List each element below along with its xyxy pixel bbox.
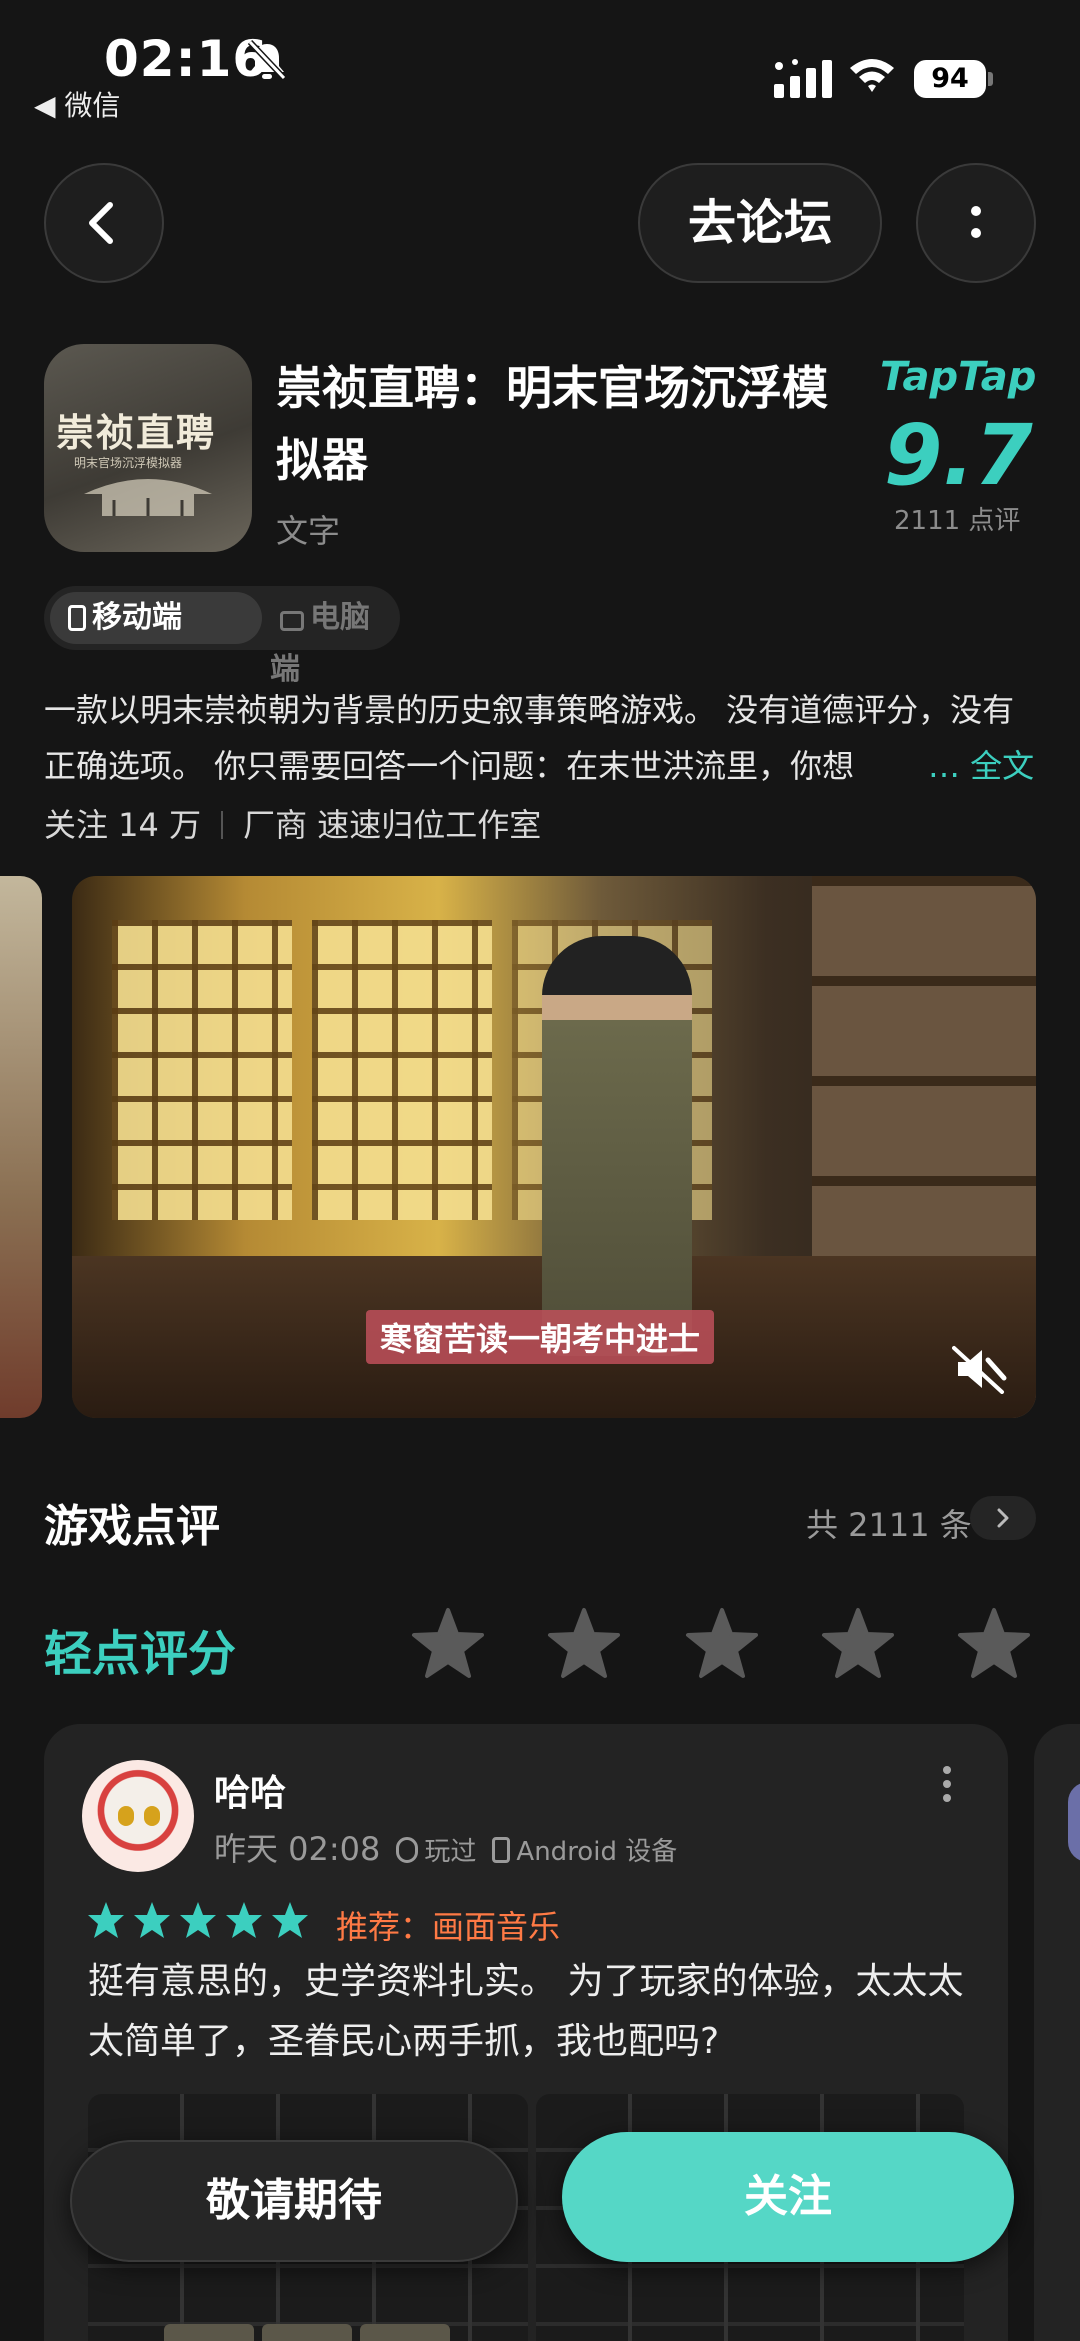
image-tile <box>164 2324 254 2341</box>
review-star-icon <box>226 1902 262 1938</box>
platform-pc-tab[interactable]: 电脑端 <box>270 592 394 687</box>
follow-button[interactable]: 关注 <box>562 2132 1014 2262</box>
muted-speaker-icon[interactable] <box>952 1344 1008 1394</box>
review-more-icon[interactable] <box>942 1764 952 1804</box>
platform-mobile-tab[interactable]: 移动端 <box>50 592 262 644</box>
scholar-figure <box>542 936 692 1356</box>
signal-icon <box>774 59 832 98</box>
palace-roof-graphic <box>84 479 212 516</box>
review-meta: 昨天 02:08 玩过 Android 设备 <box>214 1824 677 1870</box>
played-label: 玩过 <box>424 1837 477 1867</box>
meta-divider <box>221 811 224 839</box>
platform-toggle: 移动端 电脑端 <box>44 586 400 687</box>
avatar-eye <box>144 1806 160 1826</box>
rating-score: 9.7 <box>884 406 1033 504</box>
followers-count: 关注 14 万 <box>44 806 202 844</box>
reviews-total[interactable]: 共 2111 条 <box>806 1500 972 1546</box>
review-time: 昨天 02:08 <box>214 1830 381 1868</box>
wifi-icon <box>850 59 894 92</box>
app-icon: 崇祯直聘 明末官场沉浮模拟器 <box>44 344 252 552</box>
developer-link[interactable]: 厂商 速速归位工作室 <box>243 806 541 844</box>
reviewer-name[interactable]: 哈哈 <box>214 1764 286 1816</box>
monitor-icon <box>280 611 304 631</box>
review-star-icon <box>180 1902 216 1938</box>
more-options-button[interactable] <box>916 163 1036 283</box>
meta-row: 关注 14 万 厂商 速速归位工作室 <box>44 800 541 846</box>
chevron-right-icon <box>997 1508 1009 1528</box>
rate-star-3[interactable] <box>684 1606 760 1682</box>
reviews-more-button[interactable] <box>970 1496 1036 1540</box>
tap-to-rate-label: 轻点评分 <box>44 1626 237 1682</box>
next-avatar <box>1068 1782 1080 1862</box>
review-star-icon <box>134 1902 170 1938</box>
game-description: 一款以明末崇祯朝为背景的历史叙事策略游戏。 没有道德评分，没有正确选项。 你只需… <box>44 691 1015 785</box>
phone-icon <box>492 1837 511 1863</box>
reviews-section-title: 游戏点评 <box>44 1501 220 1552</box>
status-bar: 02:16 ◀ 微信 94 <box>0 0 1080 130</box>
trailer-video[interactable]: 寒窗苦读一朝考中进士 <box>72 876 1036 1418</box>
avatar-eye <box>118 1806 134 1826</box>
device-label: Android 设备 <box>516 1837 678 1867</box>
avatar[interactable] <box>82 1760 194 1872</box>
read-full-text-link[interactable]: … 全文 <box>922 738 1035 794</box>
battery-tip <box>988 72 993 86</box>
previous-screenshot[interactable] <box>0 876 42 1418</box>
next-review-card[interactable] <box>1034 1724 1080 2341</box>
mute-bell-icon <box>247 39 287 81</box>
app-genre-tag[interactable]: 文字 <box>276 506 340 552</box>
recommend-tag: 推荐：画面音乐 <box>336 1908 561 1946</box>
chevron-left-icon <box>89 202 113 244</box>
window-lattice <box>112 920 292 1220</box>
phone-icon <box>68 605 86 631</box>
back-to-app-link[interactable]: ◀ 微信 <box>34 84 120 124</box>
review-star-icon <box>272 1902 308 1938</box>
taptap-logo: TapTap <box>880 354 1037 400</box>
app-title: 崇祯直聘：明末官场沉浮模拟器 <box>276 361 828 487</box>
video-caption: 寒窗苦读一朝考中进士 <box>366 1310 715 1364</box>
rate-star-2[interactable] <box>546 1606 622 1682</box>
go-to-forum-button[interactable]: 去论坛 <box>638 163 882 283</box>
rating-count: 2111 点评 <box>894 506 1021 536</box>
rate-star-4[interactable] <box>820 1606 896 1682</box>
more-vertical-icon <box>971 206 981 238</box>
review-text[interactable]: 挺有意思的，史学资料扎实。 为了玩家的体验，太太太太简单了，圣眷民心两手抓，我也… <box>88 1952 968 2072</box>
coming-soon-button[interactable]: 敬请期待 <box>70 2140 518 2262</box>
review-stars <box>86 1900 316 1940</box>
battery-indicator: 94 <box>914 60 986 98</box>
platform-mobile-label: 移动端 <box>92 600 182 635</box>
rate-star-5[interactable] <box>956 1606 1032 1682</box>
back-button[interactable] <box>44 163 164 283</box>
image-tile <box>262 2324 352 2341</box>
rate-star-1[interactable] <box>410 1606 486 1682</box>
image-tile <box>360 2324 450 2341</box>
timer-icon <box>396 1837 419 1863</box>
review-star-icon <box>88 1902 124 1938</box>
window-lattice <box>312 920 492 1220</box>
